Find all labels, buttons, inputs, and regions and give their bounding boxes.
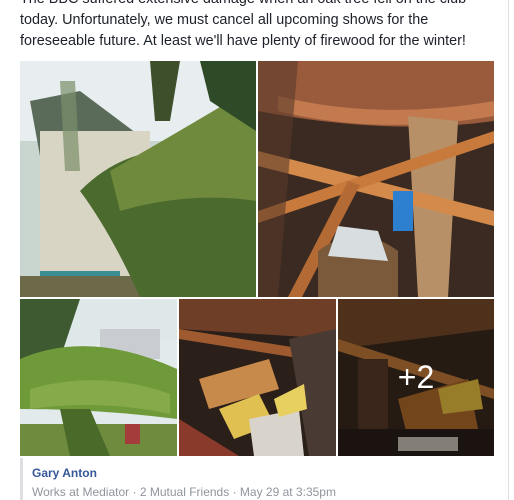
- author-work: Works at Mediator: [32, 485, 130, 499]
- more-photos-overlay[interactable]: +2: [338, 299, 494, 456]
- timestamp-link[interactable]: May 29 at 3:35pm: [240, 485, 336, 499]
- more-photos-count: +2: [397, 359, 435, 395]
- photo-3[interactable]: [20, 299, 177, 456]
- comment-author-block: Gary Anton Works at Mediator · 2 Mutual …: [20, 458, 490, 500]
- author-name-link[interactable]: Gary Anton: [32, 465, 490, 481]
- meta-separator: ·: [132, 485, 137, 499]
- photo-4[interactable]: [179, 299, 336, 456]
- photo-2[interactable]: [258, 61, 494, 297]
- photo-1[interactable]: [20, 61, 256, 297]
- post-text: The BBC suffered extensive damage when a…: [20, 0, 466, 49]
- photo-5-more[interactable]: +2: [338, 299, 494, 456]
- author-meta: Works at Mediator · 2 Mutual Friends · M…: [32, 484, 490, 500]
- mutual-friends-link[interactable]: 2 Mutual Friends: [140, 485, 229, 499]
- post-card: The BBC suffered extensive damage when a…: [0, 0, 509, 500]
- meta-separator: ·: [232, 485, 237, 499]
